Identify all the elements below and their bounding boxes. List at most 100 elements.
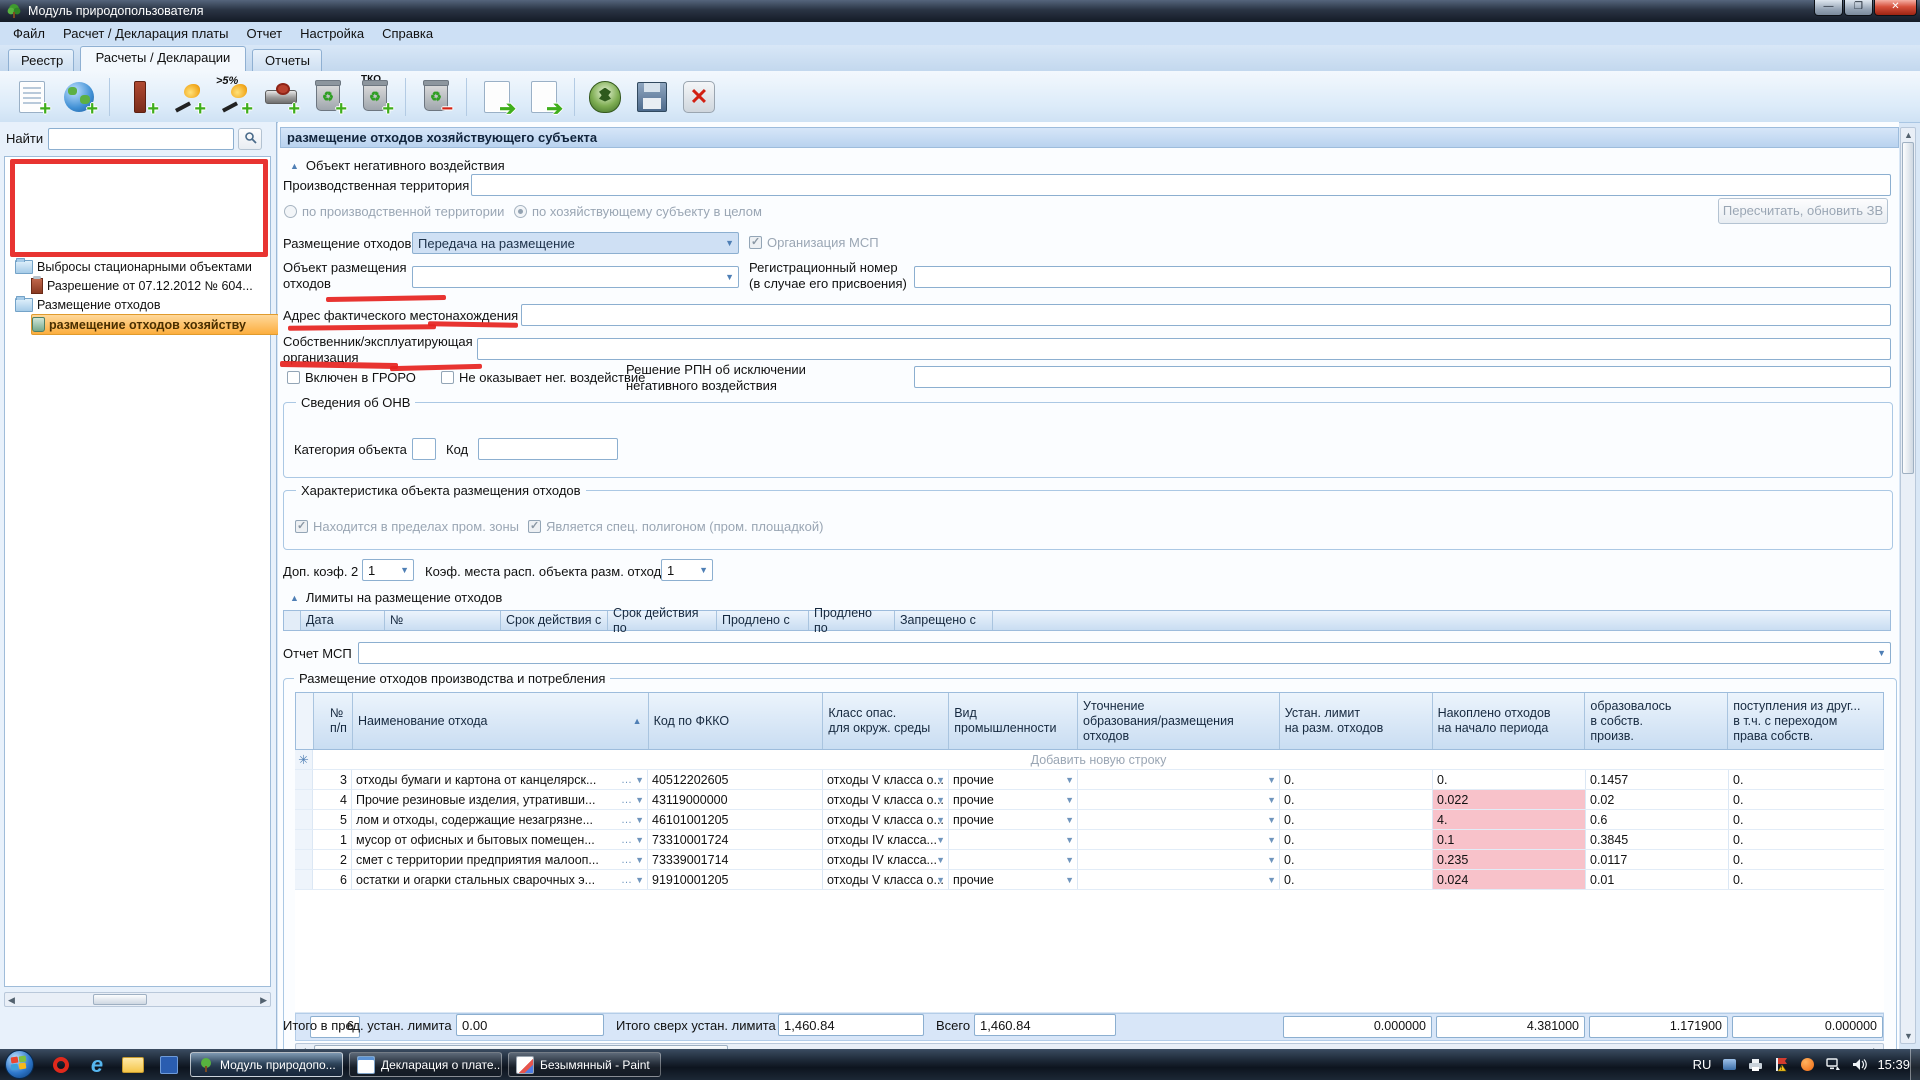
- menu-help[interactable]: Справка: [373, 23, 442, 44]
- add-calculation-icon[interactable]: +: [12, 77, 52, 117]
- tree-item-waste-disposal[interactable]: Размещение отходов: [15, 295, 275, 314]
- groro-checkbox[interactable]: [287, 371, 300, 384]
- col-code[interactable]: Код по ФККО: [649, 693, 824, 749]
- ellipsis-button[interactable]: …: [621, 774, 633, 786]
- col-received[interactable]: поступления из друг... в т.ч. с переходо…: [1728, 693, 1883, 749]
- cancel-icon[interactable]: ✕: [679, 77, 719, 117]
- col-name[interactable]: Наименование отхода▲: [353, 693, 649, 749]
- waste-row[interactable]: 2 смет с территории предприятия малооп..…: [295, 850, 1884, 870]
- printer-icon[interactable]: [1747, 1057, 1763, 1073]
- limits-section-header[interactable]: ▲ Лимиты на размещение отходов: [290, 590, 502, 605]
- remove-waste-object-icon[interactable]: ♻−: [416, 77, 456, 117]
- limits-col-date[interactable]: Дата: [301, 611, 385, 630]
- explorer-folder-icon[interactable]: [118, 1052, 148, 1078]
- ie-icon[interactable]: e: [82, 1052, 112, 1078]
- waste-row[interactable]: 6 остатки и огарки стальных сварочных э.…: [295, 870, 1884, 890]
- add-stack-source-icon[interactable]: +: [120, 77, 160, 117]
- msp-report-combo[interactable]: ▼: [358, 642, 1891, 664]
- col-generated[interactable]: образовалось в собств. произв.: [1585, 693, 1728, 749]
- menu-settings[interactable]: Настройка: [291, 23, 373, 44]
- waste-row[interactable]: 5 лом и отходы, содержащие незагрязне...…: [295, 810, 1884, 830]
- col-clarification[interactable]: Уточнение образования/размещения отходов: [1078, 693, 1280, 749]
- code-input[interactable]: [478, 438, 618, 460]
- add-flare-over5-icon[interactable]: >5%+: [214, 77, 254, 117]
- reg-number-input[interactable]: [914, 266, 1891, 288]
- find-input[interactable]: [48, 128, 234, 150]
- sidebar-horizontal-scrollbar[interactable]: ◀ ▶: [4, 992, 271, 1007]
- ellipsis-button[interactable]: …: [621, 834, 633, 846]
- tab-reports[interactable]: Отчеты: [252, 49, 322, 71]
- col-limit[interactable]: Устан. лимит на разм. отходов: [1280, 693, 1433, 749]
- add-flare-source-icon[interactable]: +: [167, 77, 207, 117]
- recalculate-button[interactable]: Пересчитать, обновить ЗВ: [1718, 198, 1888, 224]
- dropdown-icon[interactable]: ▼: [635, 775, 644, 785]
- antivirus-icon[interactable]: [1799, 1057, 1815, 1073]
- dropdown-icon[interactable]: ▼: [635, 795, 644, 805]
- volume-icon[interactable]: [1851, 1057, 1867, 1073]
- within-limit-input[interactable]: [456, 1014, 604, 1036]
- prod-territory-input[interactable]: [471, 174, 1891, 196]
- maximize-button[interactable]: ❐: [1844, 0, 1873, 16]
- ellipsis-button[interactable]: …: [621, 794, 633, 806]
- tree-item-permit[interactable]: Разрешение от 07.12.2012 № 604...: [31, 276, 275, 295]
- col-industry[interactable]: Вид промышленности: [949, 693, 1078, 749]
- limits-col-extended-from[interactable]: Продлено с: [717, 611, 809, 630]
- app-grid-icon[interactable]: [154, 1052, 184, 1078]
- dropdown-icon[interactable]: ▼: [635, 855, 644, 865]
- action-center-flag-icon[interactable]: !: [1773, 1057, 1789, 1073]
- add-tko-disposal-icon[interactable]: ТКО♻+: [355, 77, 395, 117]
- start-button[interactable]: [5, 1050, 34, 1079]
- placement-combo[interactable]: Передача на размещение▼: [412, 232, 739, 254]
- show-desktop-button[interactable]: [1910, 1049, 1920, 1080]
- tab-calculations[interactable]: Расчеты / Декларации: [80, 46, 246, 71]
- rpn-emblem-icon[interactable]: [585, 77, 625, 117]
- onv-section-header[interactable]: ▲ Объект негативного воздействия: [290, 158, 505, 173]
- close-button[interactable]: ✕: [1874, 0, 1917, 16]
- add-waste-disposal-icon[interactable]: ♻+: [308, 77, 348, 117]
- limits-col-banned-from[interactable]: Запрещено с: [895, 611, 993, 630]
- updates-icon[interactable]: [1721, 1057, 1737, 1073]
- limits-col-valid-from[interactable]: Срок действия с: [501, 611, 608, 630]
- radio-by-territory[interactable]: [284, 205, 297, 218]
- web-report-icon[interactable]: +: [59, 77, 99, 117]
- limits-col-number[interactable]: №: [385, 611, 501, 630]
- save-icon[interactable]: [632, 77, 672, 117]
- search-button[interactable]: [238, 128, 262, 150]
- disposal-object-combo[interactable]: ▼: [412, 266, 739, 288]
- waste-row[interactable]: 1 мусор от офисных и бытовых помещен...……: [295, 830, 1884, 850]
- col-num[interactable]: № п/п: [314, 693, 353, 749]
- language-indicator[interactable]: RU: [1693, 1057, 1712, 1072]
- export-document-icon[interactable]: ➔: [477, 77, 517, 117]
- over-limit-input[interactable]: [778, 1014, 924, 1036]
- taskbar-button-declaration[interactable]: Декларация о плате...: [349, 1052, 502, 1077]
- tree-item-emissions[interactable]: Выбросы стационарными объектами: [15, 257, 275, 276]
- menu-report[interactable]: Отчет: [238, 23, 292, 44]
- taskbar-button-paint[interactable]: Безымянный - Paint: [508, 1052, 661, 1077]
- dropdown-icon[interactable]: ▼: [635, 875, 644, 885]
- ellipsis-button[interactable]: …: [621, 874, 633, 886]
- col-accumulated[interactable]: Накоплено отходов на начало периода: [1433, 693, 1586, 749]
- menu-calculation[interactable]: Расчет / Декларация платы: [54, 23, 238, 44]
- waste-row[interactable]: 3 отходы бумаги и картона от канцелярск.…: [295, 770, 1884, 790]
- clock[interactable]: 15:39: [1877, 1057, 1910, 1072]
- add-row[interactable]: ✳ Добавить новую строку: [295, 750, 1884, 770]
- special-polygon-checkbox[interactable]: [528, 520, 541, 533]
- in-zone-checkbox[interactable]: [295, 520, 308, 533]
- opera-icon[interactable]: [46, 1052, 76, 1078]
- address-input[interactable]: [521, 304, 1891, 326]
- radio-by-subject[interactable]: [514, 205, 527, 218]
- limits-col-extended-to[interactable]: Продлено по: [809, 611, 895, 630]
- no-impact-checkbox[interactable]: [441, 371, 454, 384]
- taskbar-button-module[interactable]: Модуль природопо...: [190, 1052, 343, 1077]
- category-input[interactable]: [412, 438, 436, 460]
- import-document-icon[interactable]: ➔: [524, 77, 564, 117]
- dop-coef-combo[interactable]: 1▼: [362, 559, 414, 581]
- tree-item-waste-record-selected[interactable]: размещение отходов хозяйству: [31, 314, 279, 335]
- minimize-button[interactable]: —: [1814, 0, 1843, 16]
- dropdown-icon[interactable]: ▼: [635, 835, 644, 845]
- tab-registry[interactable]: Реестр: [8, 49, 74, 71]
- owner-input[interactable]: [477, 338, 1891, 360]
- msp-checkbox[interactable]: [749, 236, 762, 249]
- add-discharge-source-icon[interactable]: +: [261, 77, 301, 117]
- waste-row[interactable]: 4 Прочие резиновые изделия, утративши...…: [295, 790, 1884, 810]
